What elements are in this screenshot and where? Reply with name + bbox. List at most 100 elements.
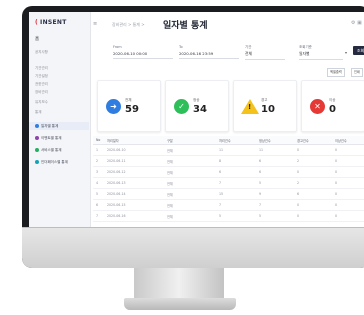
cell: 5 [259,181,262,185]
cell: 7 [219,181,222,185]
cell: 6 [259,159,262,163]
cell: 3 [96,170,99,174]
cell: 11 [219,148,224,152]
cell: 2 [297,181,300,185]
header-settings-icon[interactable]: ⚙ ▣ [351,20,362,26]
column-header: 정상건수 [259,139,271,143]
cell: 7 [259,203,262,207]
agency-label: 기관 [245,45,252,49]
cell: 8 [219,159,222,163]
brand-logo[interactable]: (INSENT [35,19,67,26]
warning-icon: ! [241,99,259,114]
cell: 0 [335,170,338,174]
sidebar-subitem-label: 서비스별 통계 [41,148,62,152]
search-button[interactable]: 조회 [353,46,364,55]
table-row[interactable]: 7 2020-06-16 전체 5 5 0 0 [93,211,364,222]
column-header: 구분 [167,139,173,143]
cell: 4 [96,181,99,185]
sidebar-item-interface-stats[interactable]: 인더페이스별 통계 [35,160,68,165]
cell: 2 [96,159,99,163]
print-button[interactable]: 인쇄 [351,68,363,77]
from-date-input[interactable]: 2020-06-10 00:00 [113,51,173,59]
sidebar-item-maintenance[interactable]: 유지보수 [35,100,48,105]
type-select[interactable]: 일자별 [299,51,343,60]
sidebar-home[interactable]: 홈 [35,36,39,42]
stat-label: 정상 [193,98,200,102]
cell: 5 [96,192,99,196]
purple-dot-icon [35,136,39,140]
cell: 0 [335,214,338,218]
arrow-right-icon: ➜ [106,99,121,114]
cell: 전체 [167,204,173,208]
column-header: 경고건수 [297,139,309,143]
excel-export-button[interactable]: 엑셀출력 [327,68,345,77]
sidebar-item-event-stats[interactable]: 이벤트별 통계 [35,136,61,141]
type-label: 조회기준 [299,45,312,49]
to-date-input[interactable]: 2020-06-16 23:59 [179,51,239,59]
blue-dot-icon [35,124,39,128]
sidebar-item-devices[interactable]: 장비관리 [35,90,48,95]
cell: 0 [297,170,300,174]
cell: 7 [219,203,222,207]
cell: 5 [219,214,222,218]
sidebar-item-notice[interactable]: 공지사항 [35,50,48,55]
agency-select[interactable]: 전체 [245,51,285,60]
stat-card-error: ✕ 이상 0 [301,80,364,132]
cell: 전체 [167,171,173,175]
cell: 6 [96,203,99,207]
stat-value: 59 [125,104,139,115]
stat-card-normal: ✓ 정상 34 [165,80,229,132]
table-header: No 처리일자 구분 처리건수 정상건수 경고건수 이상건수 [93,136,364,145]
cell: 0 [335,181,338,185]
cell: 전체 [167,160,173,164]
cell: 전체 [167,182,173,186]
table-row[interactable]: 4 2020-06-13 전체 7 5 2 0 [93,178,364,189]
cell: 5 [259,214,262,218]
sidebar-item-permissions[interactable]: 권한관리 [35,82,48,87]
column-header: No [96,138,101,142]
brand-mark-icon: ( [35,19,39,26]
stat-label: 경고 [261,98,268,102]
sidebar-item-daily-stats[interactable]: 일자별 통계 [35,124,58,129]
cell: 2020-06-15 [107,203,126,207]
cell: 7 [96,214,99,218]
monitor-chin [22,227,364,268]
stat-value: 0 [329,104,336,115]
cell: 2020-06-13 [107,181,126,185]
stat-card-total: ➜ 전체 59 [97,80,161,132]
cell: 11 [259,148,264,152]
sidebar-subitem-label: 인더페이스별 통계 [41,160,68,164]
page-title: 일자별 통계 [163,21,208,31]
column-header: 이상건수 [335,139,347,143]
cell: 0 [335,203,338,207]
table-row[interactable]: 1 2020-06-10 전체 11 11 0 0 [93,145,364,156]
table-row[interactable]: 2 2020-06-11 전체 8 6 2 0 [93,156,364,167]
cell: 0 [297,214,300,218]
cell: 전체 [167,193,173,197]
table-row[interactable]: 3 2020-06-12 전체 6 6 0 0 [93,167,364,178]
sidebar-item-stats[interactable]: 통계 [35,110,41,115]
monitor-frame: (INSENT 홈 공지사항 기관관리 기관설정 권한관리 장비관리 유지보수 … [22,6,364,268]
sidebar-subitem-label: 이벤트별 통계 [41,136,62,140]
sidebar-item-agency[interactable]: 기관관리 [35,66,48,71]
cell: 2020-06-14 [107,192,126,196]
screen: (INSENT 홈 공지사항 기관관리 기관설정 권한관리 장비관리 유지보수 … [29,12,364,227]
cell: 9 [259,192,262,196]
cell: 15 [219,192,224,196]
cell: 2020-06-11 [107,159,126,163]
cell: 0 [297,203,300,207]
sidebar-item-agency-settings[interactable]: 기관설정 [35,74,48,79]
sidebar-item-service-stats[interactable]: 서비스별 통계 [35,148,61,153]
check-icon: ✓ [174,99,189,114]
table-row[interactable]: 5 2020-06-14 전체 15 9 6 0 [93,189,364,200]
cell: 6 [259,170,262,174]
chevron-down-icon[interactable]: ▾ [345,50,347,55]
from-label: From [113,45,122,49]
brand-name: INSENT [40,19,67,26]
column-header: 처리일자 [107,139,119,143]
menu-toggle-icon[interactable]: ≡ [93,21,97,27]
sidebar: (INSENT 홈 공지사항 기관관리 기관설정 권한관리 장비관리 유지보수 … [29,12,91,227]
cell: 2020-06-12 [107,170,126,174]
stat-value: 34 [193,104,207,115]
table-row[interactable]: 6 2020-06-15 전체 7 7 0 0 [93,200,364,211]
